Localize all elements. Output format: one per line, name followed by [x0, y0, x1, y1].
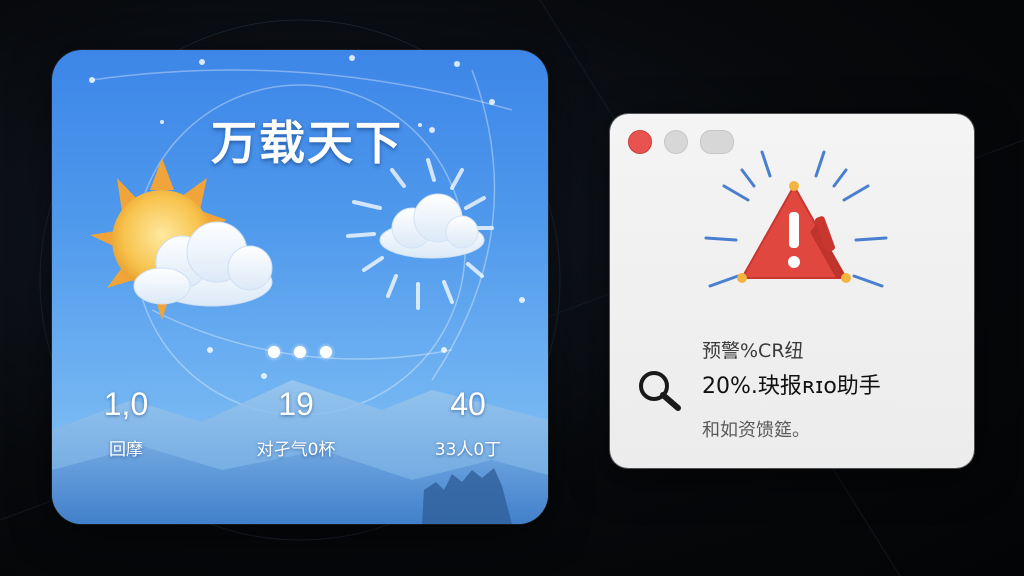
stat-item: 19 对孑气0杯 — [216, 388, 376, 459]
page-indicator[interactable] — [52, 346, 548, 358]
stat-label: 对孑气0杯 — [256, 440, 336, 460]
stat-label: 33人0丁 — [434, 440, 502, 460]
close-button[interactable] — [628, 130, 652, 154]
warning-triangle-icon — [704, 150, 888, 288]
alert-heading: 预警%CR纽 — [702, 340, 804, 362]
alert-window[interactable]: 预警%CR纽 20%.玦报ʀɪo助手 和如资馈筵。 — [610, 114, 974, 468]
cloud-rays-icon — [346, 158, 494, 310]
screen: 万载天下 1,0 回摩 19 对孑气0杯 40 33人0丁 预警%CR纽 20%… — [0, 0, 1024, 576]
stat-item: 1,0 回摩 — [52, 388, 206, 459]
sun-cloud-icon — [90, 158, 273, 320]
minimize-button[interactable] — [664, 130, 688, 154]
alert-subtitle: 和如资馈筵。 — [702, 420, 810, 441]
page-dot[interactable] — [268, 346, 280, 358]
stat-item: 40 33人0丁 — [388, 388, 548, 459]
stat-value: 19 — [278, 386, 314, 422]
stat-value: 40 — [450, 386, 486, 422]
page-dot[interactable] — [294, 346, 306, 358]
search-icon[interactable] — [634, 368, 686, 412]
alert-title: 20%.玦报ʀɪo助手 — [702, 374, 881, 399]
stat-label: 回摩 — [109, 440, 143, 460]
weather-widget[interactable]: 万载天下 1,0 回摩 19 对孑气0杯 40 33人0丁 — [52, 50, 548, 524]
page-dot[interactable] — [320, 346, 332, 358]
stat-value: 1,0 — [103, 386, 149, 422]
widget-title: 万载天下 — [211, 116, 403, 170]
